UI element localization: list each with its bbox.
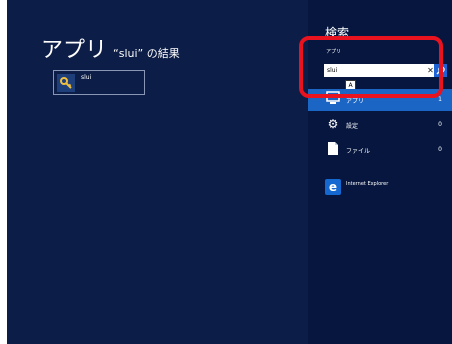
category-apps-count: 1 — [438, 96, 442, 103]
file-icon-glyph — [328, 142, 338, 155]
page-title-subtitle: “slui” の結果 — [113, 47, 180, 60]
result-tile-slui[interactable]: slui — [53, 70, 145, 95]
file-icon — [325, 141, 341, 157]
highlight-frame — [299, 36, 443, 98]
category-files[interactable]: ファイル 0 — [308, 139, 452, 161]
result-tile-label: slui — [81, 74, 92, 81]
category-settings-label: 設定 — [346, 123, 359, 130]
category-files-count: 0 — [438, 146, 442, 153]
results-area: アプリ “slui” の結果 slui — [7, 0, 308, 344]
category-settings[interactable]: ⚙ 設定 0 — [308, 114, 452, 136]
category-settings-count: 0 — [438, 121, 442, 128]
app-internet-explorer-label: Internet Explorer — [346, 181, 389, 187]
ie-icon: e — [325, 179, 341, 195]
gear-icon: ⚙ — [327, 117, 339, 131]
category-files-label: ファイル — [346, 148, 371, 155]
app-internet-explorer[interactable]: e Internet Explorer — [308, 177, 452, 199]
key-icon — [57, 74, 75, 92]
page-title-main: アプリ — [41, 38, 108, 63]
page-title: アプリ “slui” の結果 — [41, 32, 180, 64]
key-icon-glyph — [60, 77, 72, 89]
